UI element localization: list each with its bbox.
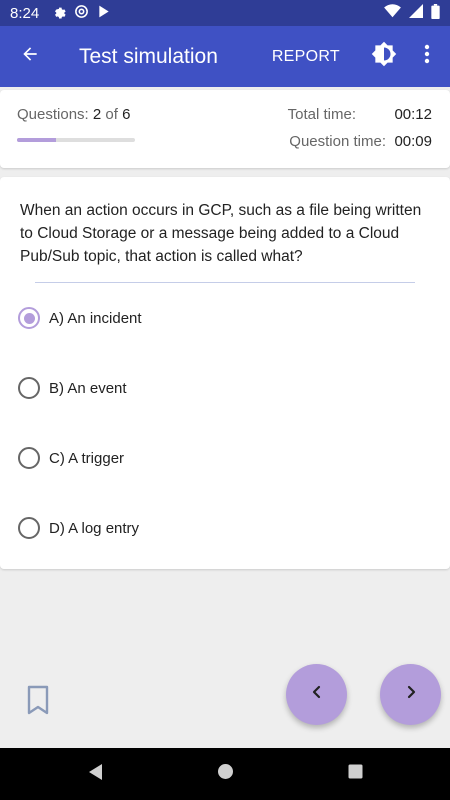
divider: [35, 282, 415, 283]
chevron-left-icon: [310, 684, 324, 705]
next-question-button[interactable]: [380, 664, 441, 725]
total-time-label: Total time:: [287, 106, 356, 123]
of-label: of: [105, 106, 118, 123]
answer-option-label: B) An event: [49, 379, 127, 397]
total-questions-number: 6: [122, 106, 131, 123]
progress-card: Questions: 2 of 6 Total time: 00:12 Ques…: [0, 90, 450, 168]
nav-home-button[interactable]: [207, 756, 243, 792]
radio-button-b[interactable]: [18, 377, 40, 399]
circle-home-icon: [217, 763, 234, 785]
question-time-row: Question time: 00:09: [289, 133, 432, 150]
status-bar: 8:24: [0, 0, 450, 26]
total-time-row: Total time: 00:12: [288, 106, 432, 123]
triangle-back-icon: [87, 763, 103, 786]
progress-bar: [17, 138, 135, 142]
answer-option-label: A) An incident: [49, 309, 142, 327]
question-time-label: Question time:: [289, 133, 386, 150]
answer-option-a[interactable]: A) An incident: [18, 303, 142, 333]
wifi-icon: [384, 4, 401, 22]
square-recents-icon: [348, 764, 363, 784]
more-options-button[interactable]: [414, 26, 440, 87]
nav-recents-button[interactable]: [337, 756, 373, 792]
radio-dot: [23, 312, 35, 324]
radio-button-a[interactable]: [18, 307, 40, 329]
arrow-back-icon: [20, 44, 40, 69]
signal-icon: [409, 4, 423, 22]
question-time-value: 00:09: [394, 133, 432, 150]
nav-back-button[interactable]: [77, 756, 113, 792]
question-text: When an action occurs in GCP, such as a …: [20, 202, 422, 265]
bookmark-icon: [26, 685, 50, 720]
battery-icon: [431, 3, 440, 23]
answer-option-b[interactable]: B) An event: [18, 373, 127, 403]
question-counter: Questions: 2 of 6: [17, 106, 130, 123]
report-button[interactable]: REPORT: [272, 48, 340, 66]
page-title: Test simulation: [79, 44, 218, 68]
app-bar: Test simulation REPORT: [0, 26, 450, 87]
answer-option-d[interactable]: D) A log entry: [18, 513, 139, 543]
radio-button-d[interactable]: [18, 517, 40, 539]
answer-option-label: D) A log entry: [49, 519, 140, 537]
question-card: When an action occurs in GCP, such as a …: [0, 177, 450, 569]
total-time-value: 00:12: [394, 106, 432, 123]
progress-bar-fill: [17, 138, 57, 142]
play-store-icon: [97, 4, 111, 23]
system-nav-bar: [0, 748, 450, 800]
answer-option-label: C) A trigger: [49, 449, 125, 467]
gear-icon: [51, 4, 66, 23]
back-button[interactable]: [0, 26, 60, 87]
brightness-toggle-button[interactable]: [366, 26, 402, 87]
answer-option-c[interactable]: C) A trigger: [18, 443, 124, 473]
at-sign-icon: [74, 4, 89, 23]
current-question-number: 2: [92, 106, 102, 123]
radio-button-c[interactable]: [18, 447, 40, 469]
more-vert-icon: [424, 44, 430, 69]
questions-label: Questions:: [17, 106, 89, 123]
previous-question-button[interactable]: [286, 664, 347, 725]
chevron-right-icon: [404, 684, 418, 705]
bookmark-button[interactable]: [24, 685, 52, 720]
brightness-icon: [371, 41, 397, 72]
status-time: 8:24: [10, 4, 40, 22]
